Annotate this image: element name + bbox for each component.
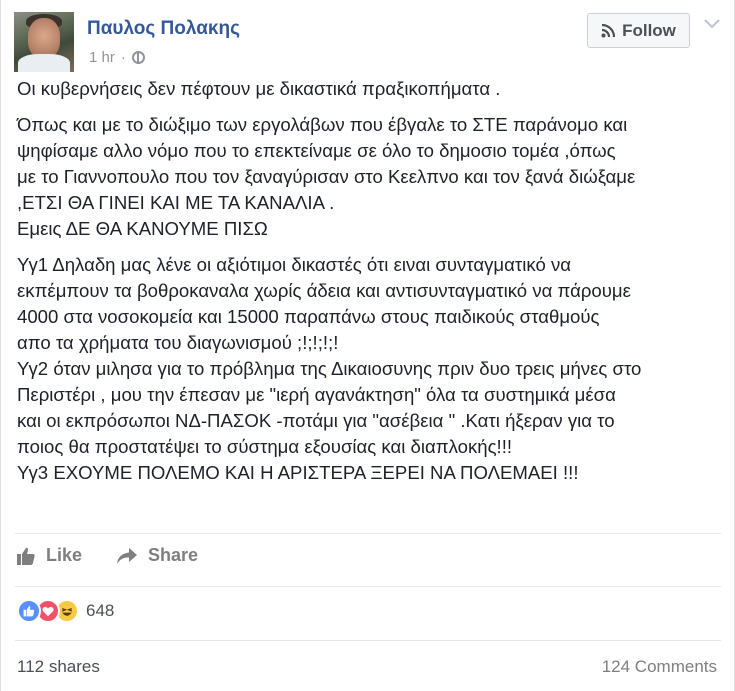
reaction-count: 648 [86, 601, 115, 620]
shares-count[interactable]: 112 shares [17, 657, 100, 677]
post-text-line: και οι εκπρόσωποι ΝΔ-ΠΑΣΟΚ -ποτάμι για "… [17, 410, 615, 431]
avatar-shirt [18, 54, 70, 72]
follow-button[interactable]: Follow [587, 13, 690, 48]
post-text-line: ποιος θα προστατέψει το σύστημα εξουσίας… [17, 436, 513, 457]
divider-middle [15, 586, 721, 587]
rss-icon [601, 23, 616, 38]
post-text-line: ,ΕΤΣΙ ΘΑ ΓΙΝΕΙ ΚΑΙ ΜΕ ΤΑ ΚΑΝΑΛΙΑ . [17, 192, 335, 213]
post-text-line: με το Γιαννοπουλο που τον ξαναγύρισαν στ… [17, 166, 636, 187]
globe-icon [131, 51, 145, 64]
like-reaction-icon [17, 599, 41, 623]
like-button[interactable]: Like [16, 545, 82, 566]
post-text-line: Υγ1 Δηλαδη μας λένε οι αξιότιμοι δικαστέ… [17, 254, 571, 275]
post-text-line: ψηφίσαμε αλλο νόμο που το επεκτείναμε σε… [17, 140, 616, 161]
post-text-line: Όπως και με το διώξιμο των εργολάβων που… [17, 114, 628, 135]
divider-top [15, 533, 721, 534]
share-button[interactable]: Share [116, 545, 198, 566]
action-bar: Like Share [16, 545, 198, 566]
chevron-down-icon[interactable] [703, 17, 721, 29]
post-text-line: Εμεις ΔΕ ΘΑ ΚΑΝΟΥΜΕ ΠΙΣΩ [17, 218, 268, 239]
thumbs-up-icon [17, 547, 35, 565]
facebook-post: Παυλος Πολακης 1 hr · Follow Οι κυβερνήσ… [0, 0, 735, 691]
like-label: Like [46, 545, 83, 565]
post-text-line: Υγ3 ΕΧΟΥΜΕ ΠΟΛΕΜΟ ΚΑΙ Η ΑΡΙΣΤΕΡΑ ΞΕΡΕΙ Ν… [17, 462, 579, 483]
post-body: Οι κυβερνήσεις δεν πέφτουν με δικαστικά … [17, 76, 722, 486]
comments-count[interactable]: 124 Comments [602, 657, 717, 677]
author-avatar[interactable] [14, 12, 74, 72]
post-text-line: Οι κυβερνήσεις δεν πέφτουν με δικαστικά … [17, 78, 501, 99]
post-text-line: εκπέμπουν τα βοθροκαναλα χωρίς άδεια και… [17, 280, 631, 301]
avatar-face [28, 18, 60, 58]
post-meta: 1 hr · [89, 49, 145, 66]
share-label: Share [148, 545, 199, 565]
post-text-line: απο τα χρήματα του διαγωνισμού ;!;!;!;! [17, 332, 339, 353]
dot-separator: · [120, 49, 126, 66]
author-name[interactable]: Παυλος Πολακης [87, 18, 240, 40]
reaction-summary[interactable]: 648 [17, 599, 114, 623]
share-arrow-icon [117, 547, 138, 564]
divider-bottom [15, 640, 721, 641]
post-text-line: Υγ2 όταν μιλησα για το πρόβλημα της Δικα… [17, 358, 642, 379]
post-text-line: Περιστέρι , μου την έπεσαν με "ιερή αγαν… [17, 384, 616, 405]
post-text-line: 4000 στα νοσοκομεία και 15000 παραπάνω σ… [17, 306, 600, 327]
follow-label: Follow [622, 20, 676, 40]
post-timestamp[interactable]: 1 hr [89, 49, 115, 66]
